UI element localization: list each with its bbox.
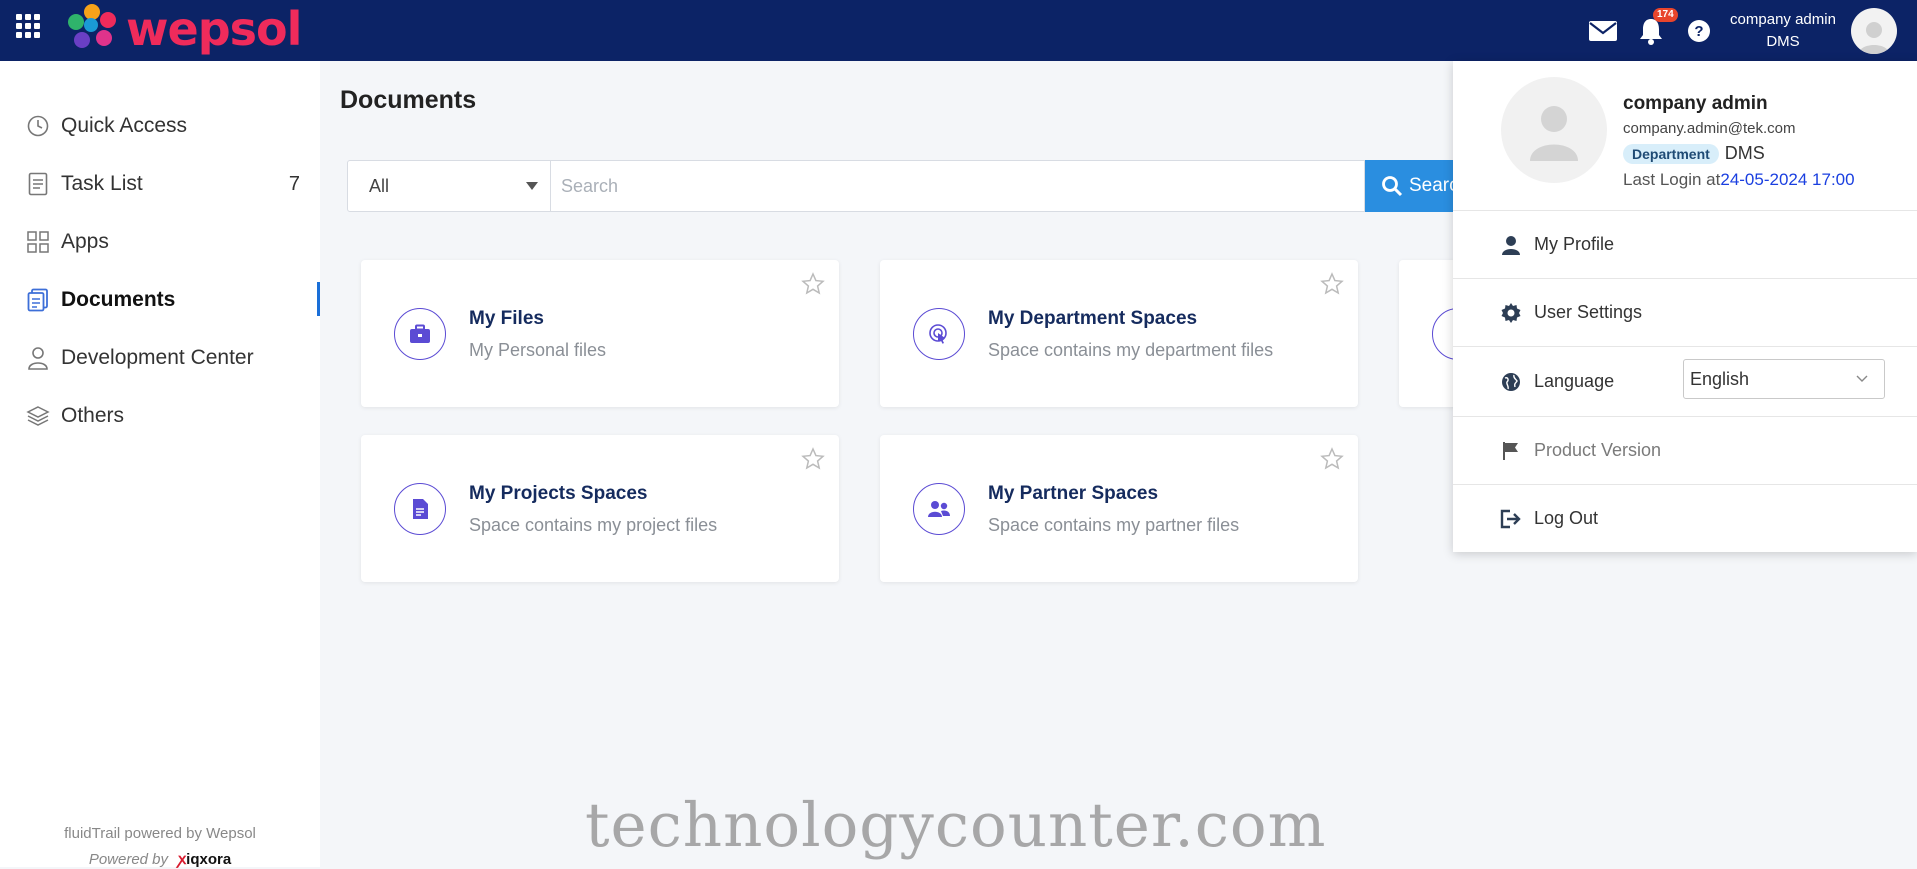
card-title: My Projects Spaces: [469, 483, 648, 504]
sidebar-item-label: Quick Access: [61, 114, 188, 137]
card-subtitle: Space contains my partner files: [988, 515, 1240, 535]
task-count: 7: [288, 172, 300, 195]
menu-item-user-settings[interactable]: User Settings: [1453, 278, 1917, 346]
favorite-star-icon[interactable]: [801, 447, 825, 476]
card-subtitle: Space contains my project files: [469, 515, 718, 535]
document-icon: [394, 483, 446, 535]
language-select[interactable]: English: [1683, 359, 1885, 399]
header-user-name: company admin: [1730, 10, 1836, 28]
menu-item-my-profile[interactable]: My Profile: [1453, 210, 1917, 278]
sidebar-item-apps[interactable]: Apps: [0, 216, 320, 268]
partners-icon: [913, 483, 965, 535]
svg-text:?: ?: [1694, 23, 1703, 40]
card-my-department-spaces[interactable]: My Department Spaces Space contains my d…: [880, 260, 1358, 407]
footer-brand: iqxora: [186, 851, 232, 868]
favorite-star-icon[interactable]: [801, 272, 825, 301]
top-bar: wepsol 174 ? company admin DMS: [0, 0, 1917, 61]
last-login-label: Last Login at: [1623, 170, 1721, 189]
department-tag: Department: [1623, 143, 1719, 164]
profile-department: Department DMS: [1623, 143, 1765, 164]
sidebar-item-documents[interactable]: Documents: [0, 274, 320, 326]
department-value: DMS: [1724, 143, 1765, 163]
caret-down-icon: [526, 182, 538, 190]
mail-icon[interactable]: [1579, 0, 1627, 61]
profile-avatar: [1501, 77, 1607, 183]
card-title: My Partner Spaces: [988, 483, 1159, 504]
menu-item-label: User Settings: [1534, 302, 1643, 322]
menu-item-product-version[interactable]: Product Version: [1453, 416, 1917, 484]
globe-icon: [1500, 371, 1522, 393]
sidebar-item-label: Development Center: [61, 346, 254, 369]
search-input[interactable]: [551, 160, 1365, 212]
checklist-icon: [25, 171, 51, 197]
card-my-files[interactable]: My Files My Personal files: [361, 260, 839, 407]
department-icon: [913, 308, 965, 360]
sidebar-item-label: Task List: [61, 172, 143, 195]
person-icon: [1500, 234, 1522, 256]
avatar[interactable]: [1851, 7, 1897, 54]
card-title: My Department Spaces: [988, 308, 1198, 329]
grid-icon: [25, 229, 51, 255]
language-select-value: English: [1690, 368, 1750, 389]
logo-mark-icon: [66, 2, 120, 56]
logout-icon: [1500, 508, 1522, 530]
menu-item-label: Log Out: [1534, 508, 1599, 528]
user-icon: [25, 345, 51, 371]
watermark-text: technologycounter.com: [585, 790, 1327, 861]
profile-dropdown: company admin company.admin@tek.com Depa…: [1453, 61, 1917, 552]
footer-powered-by: Powered by ꭗiqxora: [0, 849, 320, 869]
briefcase-icon: [394, 308, 446, 360]
footer-powered-label: Powered by: [88, 851, 169, 868]
wepsol-logo[interactable]: wepsol: [66, 2, 302, 56]
menu-item-language: Language English: [1453, 346, 1917, 416]
header-user-department: DMS: [1766, 32, 1800, 50]
card-my-projects-spaces[interactable]: My Projects Spaces Space contains my pro…: [361, 435, 839, 582]
sidebar-item-others[interactable]: Others: [0, 390, 320, 442]
search-button[interactable]: Search: [1365, 160, 1465, 212]
card-subtitle: My Personal files: [469, 340, 607, 360]
flag-icon: [1500, 440, 1522, 462]
favorite-star-icon[interactable]: [1320, 447, 1344, 476]
menu-item-label: Product Version: [1534, 440, 1662, 460]
card-partially-hidden[interactable]: [1399, 260, 1484, 407]
gear-icon: [1500, 302, 1522, 324]
menu-item-label: My Profile: [1534, 234, 1615, 254]
profile-email: company.admin@tek.com: [1623, 120, 1796, 137]
card-subtitle: Space contains my department files: [988, 340, 1274, 360]
clock-icon: [25, 113, 51, 139]
notifications-bell-icon[interactable]: 174: [1627, 0, 1678, 61]
header-user-info[interactable]: company admin DMS: [1723, 9, 1843, 53]
help-icon[interactable]: ?: [1675, 0, 1723, 61]
card-my-partner-spaces[interactable]: My Partner Spaces Space contains my part…: [880, 435, 1358, 582]
last-login: Last Login at24-05-2024 17:00: [1623, 170, 1855, 190]
sidebar: Quick Access Task List 7 Apps Documents …: [0, 61, 320, 869]
favorite-star-icon[interactable]: [1320, 272, 1344, 301]
brand-name: wepsol: [126, 2, 302, 56]
sidebar-item-quick-access[interactable]: Quick Access: [0, 100, 320, 152]
last-login-value: 24-05-2024 17:00: [1720, 170, 1855, 189]
notification-count-badge: 174: [1653, 8, 1678, 22]
filter-select[interactable]: All: [347, 160, 551, 212]
iqxora-logo-icon: ꭗ: [178, 851, 187, 868]
sidebar-item-development-center[interactable]: Development Center: [0, 332, 320, 384]
card-title: My Files: [469, 308, 544, 329]
filter-select-value: All: [369, 175, 390, 196]
sidebar-item-task-list[interactable]: Task List 7: [0, 158, 320, 210]
menu-item-log-out[interactable]: Log Out: [1453, 484, 1917, 552]
menu-item-label: Language: [1534, 371, 1615, 391]
page-title: Documents: [340, 86, 477, 114]
sidebar-item-label: Apps: [61, 230, 109, 253]
layers-icon: [25, 403, 51, 429]
sidebar-item-label: Others: [61, 404, 125, 427]
footer-powered-text: fluidTrail powered by Wepsol: [64, 825, 256, 842]
chevron-down-icon: [1854, 370, 1870, 391]
profile-name: company admin: [1623, 93, 1768, 114]
apps-grid-icon[interactable]: [16, 14, 40, 38]
documents-icon: [25, 287, 51, 313]
sidebar-item-label: Documents: [61, 288, 176, 311]
search-icon: [1382, 176, 1403, 197]
